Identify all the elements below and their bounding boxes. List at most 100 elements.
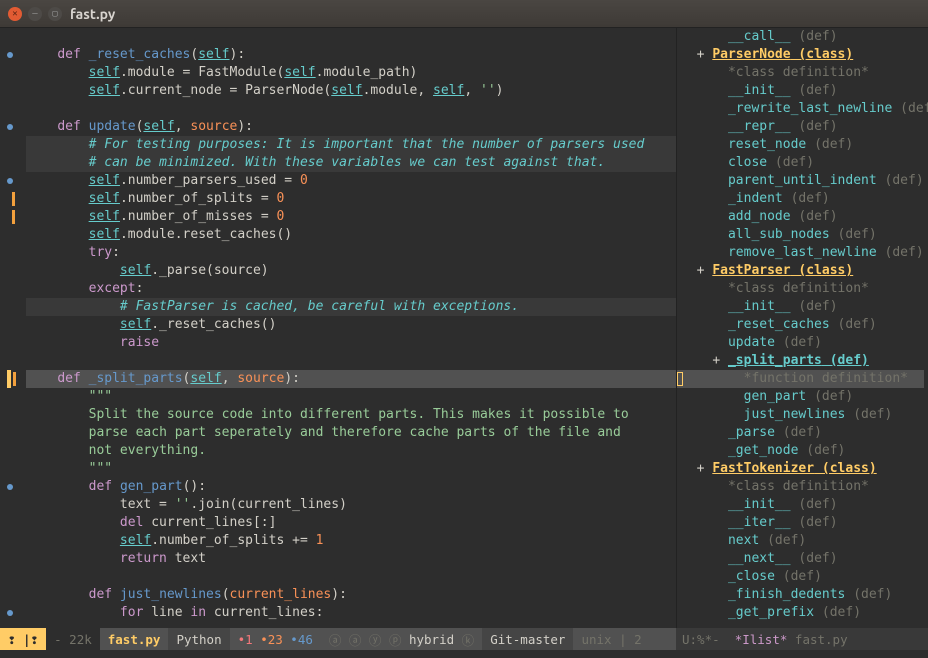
minibuffer[interactable] <box>0 650 928 658</box>
code-line[interactable] <box>26 568 676 586</box>
code-line[interactable]: self.number_of_misses = 0 <box>26 208 676 226</box>
gutter-row <box>0 442 20 460</box>
outline-item[interactable]: _get_node (def) <box>677 442 924 460</box>
titlebar: ✕ – ▢ fast.py <box>0 0 928 28</box>
outline-item[interactable]: update (def) <box>677 334 924 352</box>
outline-item[interactable]: *class definition* <box>677 280 924 298</box>
gutter-row <box>0 28 20 46</box>
maximize-icon[interactable]: ▢ <box>48 7 62 21</box>
code-line[interactable]: self.module.reset_caches() <box>26 226 676 244</box>
close-icon[interactable]: ✕ <box>8 7 22 21</box>
code-line[interactable]: self.number_of_splits += 1 <box>26 532 676 550</box>
code-line[interactable]: try: <box>26 244 676 262</box>
outline-item[interactable]: __init__ (def) <box>677 496 924 514</box>
code-line[interactable]: raise <box>26 334 676 352</box>
gutter-row <box>0 406 20 424</box>
outline-item[interactable]: __iter__ (def) <box>677 514 924 532</box>
outline-item[interactable]: __next__ (def) <box>677 550 924 568</box>
modeline-warning: ❢ |❢ <box>0 628 46 650</box>
code-line[interactable]: self.number_parsers_used = 0 <box>26 172 676 190</box>
outline-item[interactable]: remove_last_newline (def) <box>677 244 924 262</box>
outline-item[interactable]: next (def) <box>677 532 924 550</box>
outline-item[interactable]: _get_prefix (def) <box>677 604 924 622</box>
modeline-mode: Python <box>168 628 229 650</box>
code-line[interactable]: def _split_parts(self, source): <box>26 370 676 388</box>
code-line[interactable]: def gen_part(): <box>26 478 676 496</box>
code-line[interactable]: def update(self, source): <box>26 118 676 136</box>
outline-item[interactable]: add_node (def) <box>677 208 924 226</box>
outline-item[interactable]: _parse (def) <box>677 424 924 442</box>
gutter-row <box>0 172 20 190</box>
code-line[interactable]: # can be minimized. With these variables… <box>26 154 676 172</box>
code-line[interactable]: """ <box>26 460 676 478</box>
outline-item[interactable]: + FastTokenizer (class) <box>677 460 924 478</box>
outline-item[interactable]: _reset_caches (def) <box>677 316 924 334</box>
window-title: fast.py <box>70 6 115 22</box>
code-line[interactable]: self._reset_caches() <box>26 316 676 334</box>
code-line[interactable]: """ <box>26 388 676 406</box>
outline-item[interactable]: _rewrite_last_newline (def) <box>677 100 924 118</box>
code-line[interactable]: del current_lines[:] <box>26 514 676 532</box>
outline-item[interactable]: reset_node (def) <box>677 136 924 154</box>
code-line[interactable]: for line in current_lines: <box>26 604 676 622</box>
code-line[interactable]: def just_newlines(current_lines): <box>26 586 676 604</box>
code-line[interactable] <box>26 28 676 46</box>
code-line[interactable]: return text <box>26 550 676 568</box>
code-line[interactable]: # FastParser is cached, be careful with … <box>26 298 676 316</box>
gutter-row <box>0 424 20 442</box>
outline-item[interactable]: + ParserNode (class) <box>677 46 924 64</box>
editor-pane[interactable]: def _reset_caches(self): self.module = F… <box>0 28 676 628</box>
gutter-row <box>0 280 20 298</box>
outline-item[interactable]: all_sub_nodes (def) <box>677 226 924 244</box>
gutter-row <box>0 118 20 136</box>
outline-item[interactable]: _finish_dedents (def) <box>677 586 924 604</box>
code-line[interactable]: parse each part seperately and therefore… <box>26 424 676 442</box>
code-line[interactable]: self.current_node = ParserNode(self.modu… <box>26 82 676 100</box>
gutter-row <box>0 136 20 154</box>
minimize-icon[interactable]: – <box>28 7 42 21</box>
outline-item[interactable]: __init__ (def) <box>677 82 924 100</box>
outline-item[interactable]: *function definition* <box>677 370 924 388</box>
gutter <box>0 28 20 628</box>
outline-item[interactable]: __call__ (def) <box>677 28 924 46</box>
outline-item[interactable]: *class definition* <box>677 64 924 82</box>
modeline-minor: ⓐ ⓐ ⓨ ⓟ hybrid ⓚ <box>321 628 482 650</box>
code-line[interactable]: # For testing purposes: It is important … <box>26 136 676 154</box>
code-area[interactable]: def _reset_caches(self): self.module = F… <box>20 28 676 628</box>
code-line[interactable]: def _reset_caches(self): <box>26 46 676 64</box>
outline-item[interactable]: __init__ (def) <box>677 298 924 316</box>
outline-item[interactable]: _close (def) <box>677 568 924 586</box>
code-line[interactable]: self._parse(source) <box>26 262 676 280</box>
code-line[interactable]: except: <box>26 280 676 298</box>
code-line[interactable] <box>26 352 676 370</box>
workspace: def _reset_caches(self): self.module = F… <box>0 28 928 628</box>
window-controls: ✕ – ▢ <box>8 7 62 21</box>
gutter-row <box>0 550 20 568</box>
gutter-row <box>0 64 20 82</box>
outline-item[interactable]: *class definition* <box>677 478 924 496</box>
code-line[interactable]: not everything. <box>26 442 676 460</box>
outline-item[interactable]: gen_part (def) <box>677 388 924 406</box>
gutter-row <box>0 370 20 388</box>
code-line[interactable] <box>26 100 676 118</box>
gutter-row <box>0 496 20 514</box>
modeline-left: ❢ |❢ - 22k fast.py Python •1 •23 •46 ⓐ ⓐ… <box>0 628 676 650</box>
outline-item[interactable]: close (def) <box>677 154 924 172</box>
gutter-row <box>0 514 20 532</box>
gutter-row <box>0 334 20 352</box>
code-line[interactable]: self.number_of_splits = 0 <box>26 190 676 208</box>
outline-item[interactable]: __repr__ (def) <box>677 118 924 136</box>
outline-item[interactable]: just_newlines (def) <box>677 406 924 424</box>
gutter-row <box>0 478 20 496</box>
gutter-row <box>0 208 20 226</box>
code-line[interactable]: text = ''.join(current_lines) <box>26 496 676 514</box>
gutter-row <box>0 460 20 478</box>
code-line[interactable]: Split the source code into different par… <box>26 406 676 424</box>
gutter-row <box>0 100 20 118</box>
code-line[interactable]: self.module = FastModule(self.module_pat… <box>26 64 676 82</box>
outline-item[interactable]: + _split_parts (def) <box>677 352 924 370</box>
outline-pane[interactable]: __call__ (def) + ParserNode (class) *cla… <box>676 28 928 628</box>
outline-item[interactable]: _indent (def) <box>677 190 924 208</box>
outline-item[interactable]: parent_until_indent (def) <box>677 172 924 190</box>
outline-item[interactable]: + FastParser (class) <box>677 262 924 280</box>
